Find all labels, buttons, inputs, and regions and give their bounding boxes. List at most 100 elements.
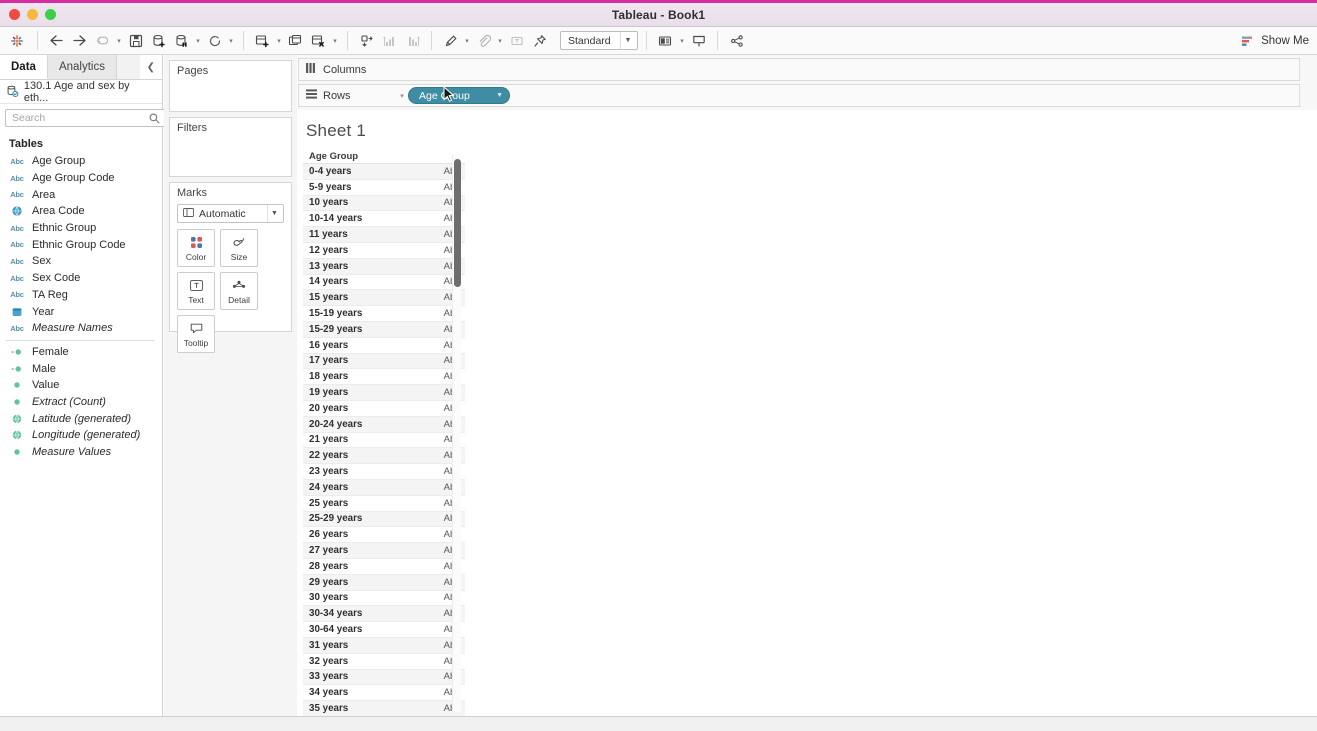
highlight-caret-icon[interactable]: ▾ — [463, 37, 471, 45]
tab-data[interactable]: Data — [0, 55, 48, 79]
table-row[interactable]: 29 yearsAbc — [303, 574, 465, 591]
forward-button[interactable] — [69, 30, 90, 51]
table-row[interactable]: 23 yearsAbc — [303, 464, 465, 480]
detail-button[interactable]: Detail — [220, 272, 258, 310]
search-input-wrap[interactable] — [5, 109, 167, 127]
tab-analytics[interactable]: Analytics — [47, 55, 117, 79]
tableau-logo[interactable] — [5, 30, 29, 52]
field-sex[interactable]: Abc Sex — [0, 253, 162, 270]
table-row[interactable]: 30-64 yearsAbc — [303, 622, 465, 638]
table-row[interactable]: 11 yearsAbc — [303, 227, 465, 243]
pill-caret-icon[interactable]: ▼ — [488, 92, 503, 99]
table-row[interactable]: 34 yearsAbc — [303, 685, 465, 702]
table-row[interactable]: 20-24 yearsAbc — [303, 416, 465, 433]
swap-rows-columns-button[interactable] — [356, 30, 377, 51]
table-row[interactable]: 30-34 yearsAbc — [303, 606, 465, 623]
clear-sheet-caret-icon[interactable]: ▾ — [331, 37, 339, 45]
new-worksheet-button[interactable] — [252, 30, 273, 51]
field-year[interactable]: Year — [0, 303, 162, 320]
group-caret-icon[interactable]: ▾ — [496, 37, 504, 45]
search-input[interactable] — [12, 112, 147, 124]
field-latitude-generated[interactable]: Latitude (generated) — [0, 410, 162, 427]
table-row[interactable]: 13 yearsAbc — [303, 258, 465, 275]
field-ta-reg[interactable]: Abc TA Reg — [0, 287, 162, 304]
table-row[interactable]: 21 yearsAbc — [303, 432, 465, 449]
table-row[interactable]: 16 yearsAbc — [303, 337, 465, 354]
clear-sheet-button[interactable] — [308, 30, 329, 51]
duplicate-sheet-button[interactable] — [285, 30, 306, 51]
presentation-mode-button[interactable] — [688, 30, 709, 51]
table-row[interactable]: 17 yearsAbc — [303, 353, 465, 370]
refresh-button[interactable] — [204, 30, 225, 51]
column-header-age-group[interactable]: Age Group — [303, 151, 465, 164]
highlight-button[interactable] — [440, 30, 461, 51]
share-button[interactable] — [726, 30, 747, 51]
table-row[interactable]: 28 yearsAbc — [303, 558, 465, 575]
sort-descending-button[interactable] — [402, 30, 423, 51]
field-measure-names[interactable]: Abc Measure Names — [0, 320, 162, 337]
table-row[interactable]: 33 yearsAbc — [303, 669, 465, 686]
field-age-group[interactable]: Abc Age Group — [0, 153, 162, 170]
filters-card[interactable]: Filters — [169, 117, 292, 177]
table-row[interactable]: 19 yearsAbc — [303, 385, 465, 401]
table-row[interactable]: 22 yearsAbc — [303, 448, 465, 465]
refresh-caret-icon[interactable]: ▾ — [227, 37, 235, 45]
cards-caret-icon[interactable]: ▾ — [678, 37, 686, 45]
field-sex-code[interactable]: Abc Sex Code — [0, 270, 162, 287]
sort-ascending-button[interactable] — [379, 30, 400, 51]
table-row[interactable]: 10 yearsAbc — [303, 195, 465, 212]
new-worksheet-caret-icon[interactable]: ▾ — [275, 37, 283, 45]
field-female[interactable]: Female — [0, 344, 162, 361]
undo-button[interactable] — [92, 30, 113, 51]
field-age-group-code[interactable]: Abc Age Group Code — [0, 170, 162, 187]
table-row[interactable]: 15-19 yearsAbc — [303, 306, 465, 322]
field-longitude-generated[interactable]: Longitude (generated) — [0, 427, 162, 444]
pause-caret-icon[interactable]: ▾ — [194, 37, 202, 45]
table-row[interactable]: 12 yearsAbc — [303, 242, 465, 259]
mark-type-dropdown[interactable]: Automatic ▼ — [177, 204, 284, 223]
table-row[interactable]: 14 yearsAbc — [303, 274, 465, 291]
table-row[interactable]: 15 yearsAbc — [303, 290, 465, 307]
table-row[interactable]: 30 yearsAbc — [303, 590, 465, 607]
field-measure-values[interactable]: Measure Values — [0, 444, 162, 461]
fit-dropdown[interactable]: Standard ▼ — [560, 31, 638, 50]
table-row[interactable]: 5-9 yearsAbc — [303, 179, 465, 196]
chevron-left-icon[interactable]: ❮ — [139, 55, 162, 79]
field-extract-count[interactable]: Extract (Count) — [0, 394, 162, 411]
table-row[interactable]: 25 yearsAbc — [303, 495, 465, 512]
field-area-code[interactable]: Area Code — [0, 203, 162, 220]
fix-axes-button[interactable] — [529, 30, 550, 51]
chevron-down-icon[interactable]: ▼ — [267, 205, 281, 222]
show-me-button[interactable]: Show Me — [1241, 27, 1309, 55]
show-mark-labels-button[interactable] — [506, 30, 527, 51]
pause-updates-button[interactable] — [171, 30, 192, 51]
field-ethnic-group[interactable]: Abc Ethnic Group — [0, 220, 162, 237]
table-row[interactable]: 27 yearsAbc — [303, 543, 465, 559]
chevron-down-icon[interactable]: ▼ — [620, 32, 635, 49]
size-button[interactable]: Size — [220, 229, 258, 267]
show-hide-cards-button[interactable] — [655, 30, 676, 51]
table-row[interactable]: 18 yearsAbc — [303, 369, 465, 386]
table-row[interactable]: 25-29 yearsAbc — [303, 511, 465, 528]
new-data-source-button[interactable] — [148, 30, 169, 51]
tooltip-button[interactable]: Tooltip — [177, 315, 215, 353]
field-ethnic-group-code[interactable]: Abc Ethnic Group Code — [0, 236, 162, 253]
table-row[interactable]: 10-14 yearsAbc — [303, 211, 465, 228]
table-row[interactable]: 32 yearsAbc — [303, 653, 465, 670]
group-members-button[interactable] — [473, 30, 494, 51]
table-row[interactable]: 20 yearsAbc — [303, 400, 465, 417]
table-row[interactable]: 31 yearsAbc — [303, 637, 465, 654]
table-row[interactable]: 26 yearsAbc — [303, 527, 465, 544]
vertical-scrollbar[interactable] — [452, 154, 461, 712]
columns-shelf[interactable]: Columns — [298, 58, 1300, 81]
undo-caret-icon[interactable]: ▾ — [115, 37, 123, 45]
rows-shelf[interactable]: Rows ▾ Age Group ▼ — [298, 84, 1300, 107]
back-button[interactable] — [46, 30, 67, 51]
field-male[interactable]: Male — [0, 360, 162, 377]
data-source-item[interactable]: 130.1 Age and sex by eth... — [0, 80, 162, 104]
pages-card[interactable]: Pages — [169, 60, 292, 112]
table-row[interactable]: 0-4 yearsAbc — [303, 164, 465, 180]
color-button[interactable]: Color — [177, 229, 215, 267]
table-row[interactable]: 15-29 yearsAbc — [303, 321, 465, 338]
rows-shelf-caret-icon[interactable]: ▾ — [396, 92, 408, 100]
